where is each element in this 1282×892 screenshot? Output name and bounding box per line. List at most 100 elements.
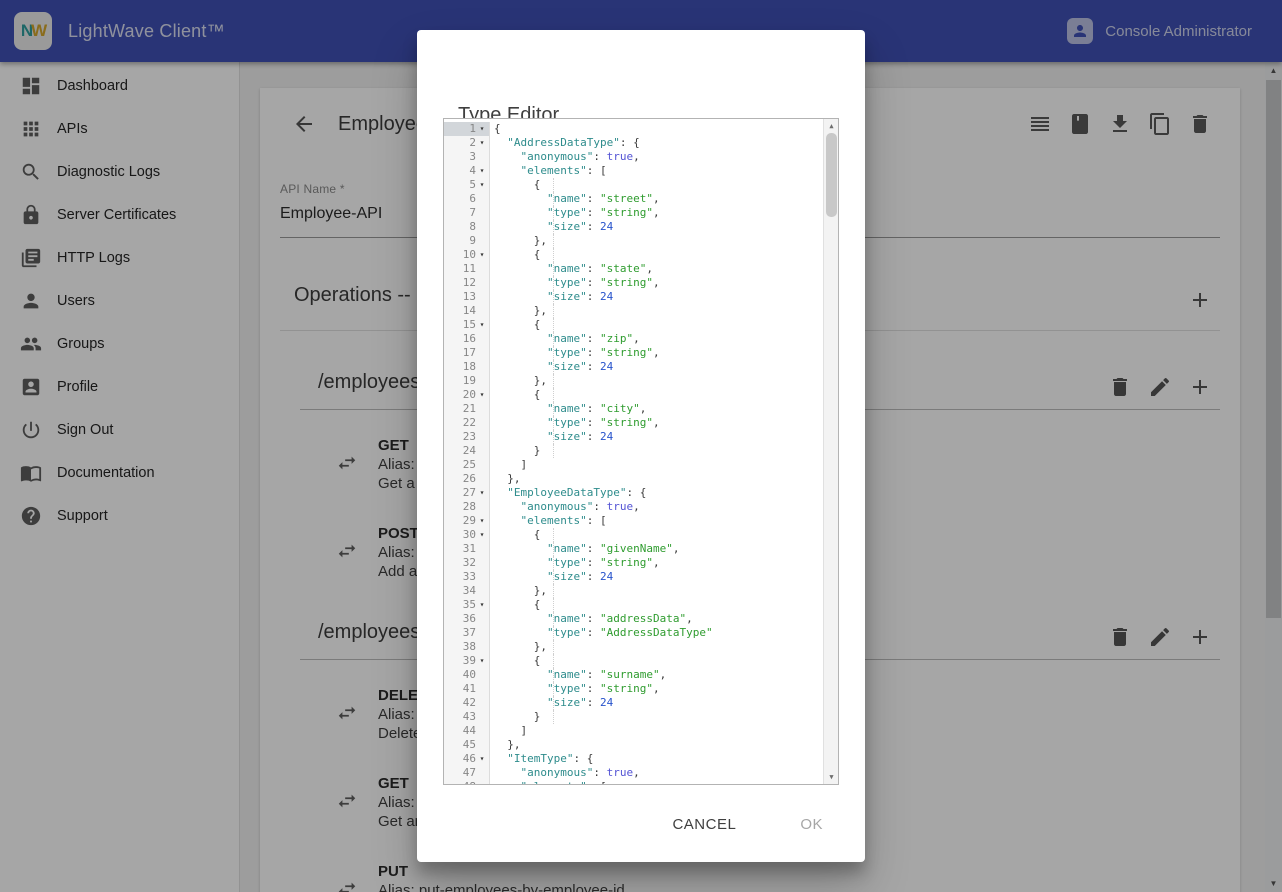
line-gutter[interactable]: 23: [444, 430, 490, 444]
line-gutter[interactable]: 18: [444, 360, 490, 374]
code-line[interactable]: 14 },: [444, 304, 823, 318]
code-line[interactable]: 7 "type": "string",: [444, 206, 823, 220]
code-line[interactable]: 26 },: [444, 472, 823, 486]
editor-scroll-up-icon[interactable]: ▲: [824, 119, 839, 133]
code-line[interactable]: 47 "anonymous": true,: [444, 766, 823, 780]
code-line[interactable]: 23 "size": 24: [444, 430, 823, 444]
line-gutter[interactable]: 3: [444, 150, 490, 164]
fold-toggle-icon[interactable]: ▾: [476, 318, 488, 332]
code-line[interactable]: 48▾ "elements": [: [444, 780, 823, 784]
line-gutter[interactable]: 4▾: [444, 164, 490, 178]
line-gutter[interactable]: 28: [444, 500, 490, 514]
code-line[interactable]: 45 },: [444, 738, 823, 752]
code-line[interactable]: 1▾{: [444, 122, 823, 136]
fold-toggle-icon[interactable]: ▾: [476, 136, 488, 150]
line-gutter[interactable]: 5▾: [444, 178, 490, 192]
json-code-editor[interactable]: 1▾{2▾ "AddressDataType": {3 "anonymous":…: [443, 118, 839, 785]
line-gutter[interactable]: 21: [444, 402, 490, 416]
line-gutter[interactable]: 19: [444, 374, 490, 388]
line-gutter[interactable]: 25: [444, 458, 490, 472]
code-line[interactable]: 28 "anonymous": true,: [444, 500, 823, 514]
code-line[interactable]: 30▾ {: [444, 528, 823, 542]
line-gutter[interactable]: 11: [444, 262, 490, 276]
fold-toggle-icon[interactable]: ▾: [476, 178, 488, 192]
line-gutter[interactable]: 10▾: [444, 248, 490, 262]
code-line[interactable]: 27▾ "EmployeeDataType": {: [444, 486, 823, 500]
code-line[interactable]: 41 "type": "string",: [444, 682, 823, 696]
line-gutter[interactable]: 16: [444, 332, 490, 346]
line-gutter[interactable]: 24: [444, 444, 490, 458]
line-gutter[interactable]: 9: [444, 234, 490, 248]
line-gutter[interactable]: 30▾: [444, 528, 490, 542]
code-line[interactable]: 38 },: [444, 640, 823, 654]
code-line[interactable]: 6 "name": "street",: [444, 192, 823, 206]
code-line[interactable]: 10▾ {: [444, 248, 823, 262]
code-line[interactable]: 2▾ "AddressDataType": {: [444, 136, 823, 150]
line-gutter[interactable]: 40: [444, 668, 490, 682]
fold-toggle-icon[interactable]: ▾: [476, 514, 488, 528]
code-line[interactable]: 36 "name": "addressData",: [444, 612, 823, 626]
line-gutter[interactable]: 15▾: [444, 318, 490, 332]
code-line[interactable]: 22 "type": "string",: [444, 416, 823, 430]
code-line[interactable]: 34 },: [444, 584, 823, 598]
code-line[interactable]: 21 "name": "city",: [444, 402, 823, 416]
code-line[interactable]: 31 "name": "givenName",: [444, 542, 823, 556]
editor-scrollbar[interactable]: ▲ ▼: [823, 119, 838, 784]
line-gutter[interactable]: 33: [444, 570, 490, 584]
line-gutter[interactable]: 7: [444, 206, 490, 220]
fold-toggle-icon[interactable]: ▾: [476, 164, 488, 178]
code-lines[interactable]: 1▾{2▾ "AddressDataType": {3 "anonymous":…: [444, 119, 823, 784]
line-gutter[interactable]: 17: [444, 346, 490, 360]
line-gutter[interactable]: 8: [444, 220, 490, 234]
line-gutter[interactable]: 2▾: [444, 136, 490, 150]
code-line[interactable]: 40 "name": "surname",: [444, 668, 823, 682]
line-gutter[interactable]: 39▾: [444, 654, 490, 668]
code-line[interactable]: 20▾ {: [444, 388, 823, 402]
fold-toggle-icon[interactable]: ▾: [476, 122, 488, 136]
code-line[interactable]: 37 "type": "AddressDataType": [444, 626, 823, 640]
fold-toggle-icon[interactable]: ▾: [476, 486, 488, 500]
line-gutter[interactable]: 29▾: [444, 514, 490, 528]
code-line[interactable]: 43 }: [444, 710, 823, 724]
code-line[interactable]: 29▾ "elements": [: [444, 514, 823, 528]
fold-toggle-icon[interactable]: ▾: [476, 752, 488, 766]
code-line[interactable]: 18 "size": 24: [444, 360, 823, 374]
editor-scroll-down-icon[interactable]: ▼: [824, 770, 839, 784]
code-line[interactable]: 33 "size": 24: [444, 570, 823, 584]
code-line[interactable]: 13 "size": 24: [444, 290, 823, 304]
line-gutter[interactable]: 1▾: [444, 122, 490, 136]
line-gutter[interactable]: 38: [444, 640, 490, 654]
line-gutter[interactable]: 36: [444, 612, 490, 626]
line-gutter[interactable]: 41: [444, 682, 490, 696]
code-line[interactable]: 15▾ {: [444, 318, 823, 332]
line-gutter[interactable]: 22: [444, 416, 490, 430]
line-gutter[interactable]: 42: [444, 696, 490, 710]
line-gutter[interactable]: 46▾: [444, 752, 490, 766]
fold-toggle-icon[interactable]: ▾: [476, 388, 488, 402]
code-line[interactable]: 12 "type": "string",: [444, 276, 823, 290]
code-line[interactable]: 42 "size": 24: [444, 696, 823, 710]
line-gutter[interactable]: 31: [444, 542, 490, 556]
code-line[interactable]: 9 },: [444, 234, 823, 248]
line-gutter[interactable]: 48▾: [444, 780, 490, 784]
line-gutter[interactable]: 14: [444, 304, 490, 318]
code-line[interactable]: 11 "name": "state",: [444, 262, 823, 276]
ok-button[interactable]: OK: [788, 807, 835, 842]
code-line[interactable]: 4▾ "elements": [: [444, 164, 823, 178]
line-gutter[interactable]: 43: [444, 710, 490, 724]
line-gutter[interactable]: 45: [444, 738, 490, 752]
editor-scrollbar-thumb[interactable]: [826, 133, 837, 217]
fold-toggle-icon[interactable]: ▾: [476, 654, 488, 668]
line-gutter[interactable]: 34: [444, 584, 490, 598]
code-line[interactable]: 44 ]: [444, 724, 823, 738]
code-line[interactable]: 3 "anonymous": true,: [444, 150, 823, 164]
line-gutter[interactable]: 27▾: [444, 486, 490, 500]
code-line[interactable]: 8 "size": 24: [444, 220, 823, 234]
code-line[interactable]: 16 "name": "zip",: [444, 332, 823, 346]
fold-toggle-icon[interactable]: ▾: [476, 528, 488, 542]
code-line[interactable]: 39▾ {: [444, 654, 823, 668]
line-gutter[interactable]: 12: [444, 276, 490, 290]
code-line[interactable]: 25 ]: [444, 458, 823, 472]
code-line[interactable]: 46▾ "ItemType": {: [444, 752, 823, 766]
fold-toggle-icon[interactable]: ▾: [476, 598, 488, 612]
